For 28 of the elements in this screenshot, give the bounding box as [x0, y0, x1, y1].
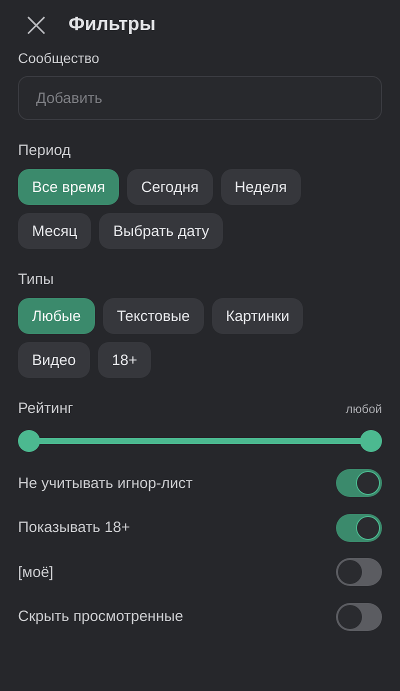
close-button[interactable]: ×: [18, 10, 54, 40]
toggle-label: Не учитывать игнор-лист: [18, 474, 193, 492]
toggle-switch[interactable]: [336, 602, 382, 631]
toggle-switch[interactable]: [336, 558, 382, 586]
filter-chip[interactable]: Сегодня: [127, 169, 213, 205]
section-label: Сообщество: [18, 50, 100, 66]
toggle-label: [моё]: [18, 564, 54, 581]
filter-chip[interactable]: Все время: [18, 169, 120, 205]
slider-handle[interactable]: [360, 430, 382, 452]
toggle-label: Скрыть просмотренные: [18, 608, 184, 626]
rating-value: любой: [346, 402, 382, 416]
section-label: Период: [18, 142, 72, 159]
screen-title: Фильтры: [68, 14, 156, 36]
toggle-switch[interactable]: [336, 469, 382, 498]
filter-chip[interactable]: Текстовые: [102, 298, 204, 334]
toggle-label: Показывать 18+: [18, 519, 130, 536]
slider-handle[interactable]: [18, 430, 40, 452]
section-label: Рейтинг: [18, 400, 74, 417]
filter-chip[interactable]: Любые: [18, 298, 95, 334]
filter-chip[interactable]: Месяц: [18, 213, 92, 249]
filter-chip[interactable]: Неделя: [220, 169, 301, 205]
section-label: Типы: [18, 271, 55, 288]
filter-chip[interactable]: Картинки: [212, 298, 304, 334]
community-field[interactable]: Добавить: [18, 76, 382, 120]
filter-chip[interactable]: Видео: [18, 342, 90, 378]
filter-chip[interactable]: Выбрать дату: [99, 213, 224, 249]
toggle-switch[interactable]: [336, 514, 382, 542]
filter-chip[interactable]: 18+: [98, 342, 152, 378]
